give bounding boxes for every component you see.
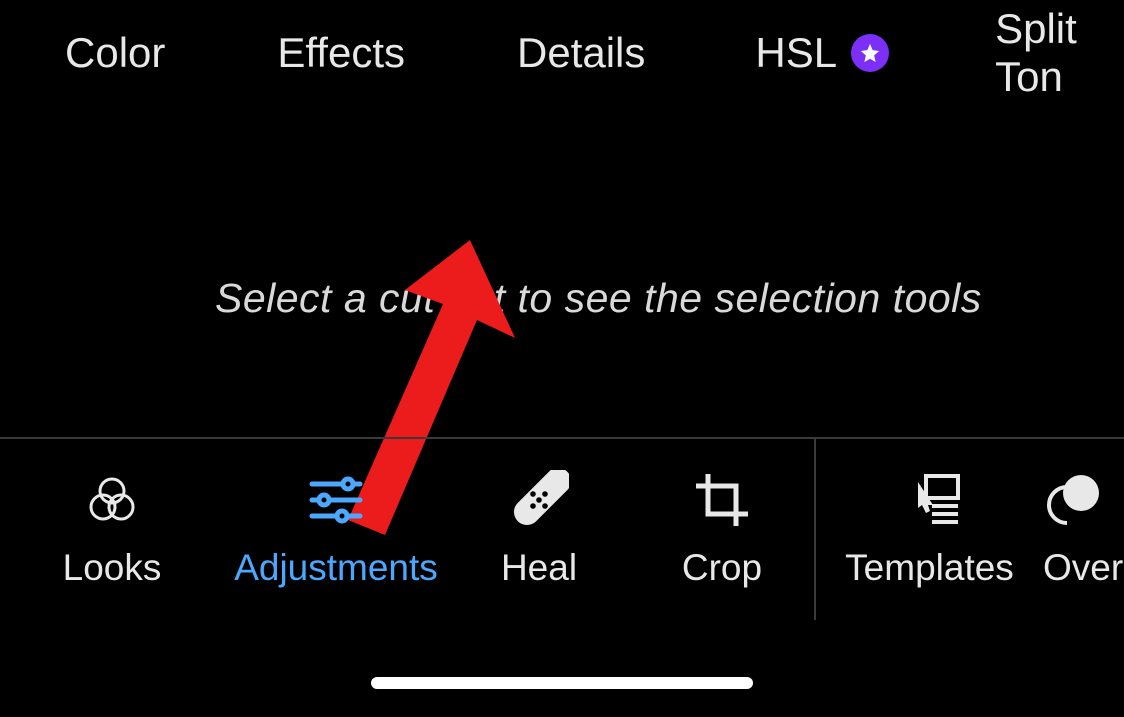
tool-crop[interactable]: Crop <box>630 471 814 589</box>
selection-hint: Select a cut out to see the selection to… <box>215 275 982 322</box>
tool-label: Crop <box>682 547 762 589</box>
tool-heal[interactable]: Heal <box>448 471 630 589</box>
toolbar-group-primary: Looks Adjustments <box>0 439 814 620</box>
tab-hsl[interactable]: HSL <box>755 29 889 77</box>
tab-split-toning[interactable]: Split Ton <box>995 5 1124 101</box>
tab-label: Color <box>65 29 165 77</box>
looks-icon <box>86 471 138 529</box>
top-tab-bar: Color Effects Details HSL Split Ton <box>0 0 1124 105</box>
tool-label: Looks <box>63 547 162 589</box>
tab-label: HSL <box>755 29 837 77</box>
crop-icon <box>693 471 751 529</box>
tool-label: Adjustments <box>234 547 438 589</box>
tool-looks[interactable]: Looks <box>0 471 224 589</box>
tab-label: Effects <box>277 29 405 77</box>
tool-overlays[interactable]: Over <box>1043 471 1123 589</box>
tool-label: Heal <box>501 547 577 589</box>
tool-label: Over <box>1043 547 1123 589</box>
home-indicator <box>371 677 753 689</box>
templates-icon <box>898 471 962 529</box>
tool-templates[interactable]: Templates <box>816 471 1043 589</box>
overlays-icon <box>1043 471 1103 529</box>
bottom-toolbar: Looks Adjustments <box>0 437 1124 620</box>
tab-effects[interactable]: Effects <box>277 29 405 77</box>
premium-star-icon <box>851 34 889 72</box>
canvas-area: Select a cut out to see the selection to… <box>0 105 1124 437</box>
heal-icon <box>509 471 569 529</box>
tab-label: Split Ton <box>995 5 1124 101</box>
tool-adjustments[interactable]: Adjustments <box>224 471 448 589</box>
toolbar-group-secondary: Templates Over <box>816 439 1123 620</box>
tool-label: Templates <box>845 547 1014 589</box>
tab-color[interactable]: Color <box>65 29 165 77</box>
tab-details[interactable]: Details <box>517 29 645 77</box>
adjustments-icon <box>308 471 364 529</box>
tab-label: Details <box>517 29 645 77</box>
